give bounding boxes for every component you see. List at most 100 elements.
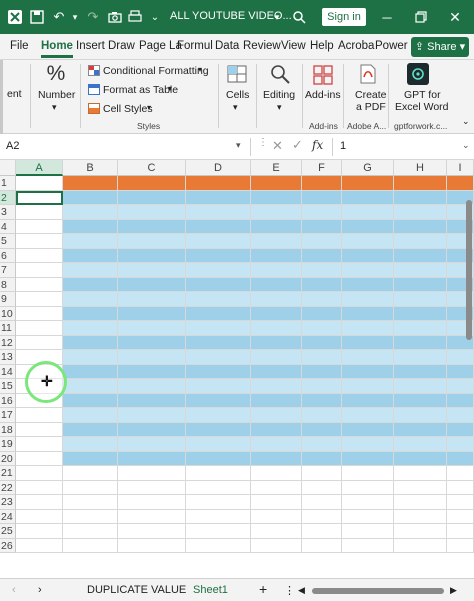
- table-cell[interactable]: [186, 277, 251, 292]
- table-cell[interactable]: [118, 205, 186, 220]
- table-cell[interactable]: [251, 437, 302, 452]
- table-cell[interactable]: [394, 451, 447, 466]
- table-cell[interactable]: [118, 277, 186, 292]
- cell-styles-button[interactable]: Cell Styles: [103, 103, 153, 115]
- table-cell[interactable]: [394, 292, 447, 307]
- cell[interactable]: [394, 466, 447, 481]
- table-cell[interactable]: [251, 263, 302, 278]
- row-header[interactable]: 1: [0, 176, 16, 191]
- cell[interactable]: [63, 480, 118, 495]
- row-header[interactable]: 2: [0, 190, 16, 205]
- table-cell[interactable]: [118, 408, 186, 423]
- table-cell[interactable]: [118, 422, 186, 437]
- table-cell[interactable]: [118, 234, 186, 249]
- cell-a1[interactable]: [16, 176, 63, 191]
- cell[interactable]: [16, 422, 63, 437]
- row-header[interactable]: 19: [0, 437, 16, 452]
- table-cell[interactable]: [63, 234, 118, 249]
- row-header[interactable]: 25: [0, 524, 16, 539]
- cell[interactable]: [186, 466, 251, 481]
- row-header[interactable]: 9: [0, 292, 16, 307]
- cell[interactable]: [63, 538, 118, 553]
- undo-dropdown-icon[interactable]: ▾: [66, 8, 84, 26]
- table-cell[interactable]: [342, 321, 394, 336]
- cell[interactable]: [251, 538, 302, 553]
- sign-in-button[interactable]: Sign in: [322, 8, 366, 26]
- cells-dropdown-icon[interactable]: ▾: [233, 102, 238, 113]
- customize-toolbar-icon[interactable]: ⌄: [146, 8, 164, 26]
- table-cell[interactable]: [302, 234, 342, 249]
- cell-a2-selected[interactable]: [16, 190, 63, 205]
- format-as-table-button[interactable]: Format as Table: [103, 84, 178, 96]
- cells-button[interactable]: Cells: [226, 89, 249, 101]
- collapse-ribbon-icon[interactable]: ⌄: [462, 116, 470, 127]
- table-cell[interactable]: [447, 364, 474, 379]
- table-cell[interactable]: [302, 437, 342, 452]
- table-cell[interactable]: [251, 321, 302, 336]
- table-cell[interactable]: [394, 190, 447, 205]
- cell[interactable]: [118, 509, 186, 524]
- cell[interactable]: [186, 524, 251, 539]
- sheet-tab-duplicate-value[interactable]: DUPLICATE VALUE: [87, 584, 186, 596]
- table-cell[interactable]: [342, 437, 394, 452]
- row-header[interactable]: 22: [0, 480, 16, 495]
- table-header-cell[interactable]: [251, 176, 302, 191]
- table-cell[interactable]: [63, 422, 118, 437]
- table-cell[interactable]: [394, 263, 447, 278]
- table-cell[interactable]: [394, 437, 447, 452]
- cell[interactable]: [302, 480, 342, 495]
- table-cell[interactable]: [118, 292, 186, 307]
- table-cell[interactable]: [63, 335, 118, 350]
- table-cell[interactable]: [447, 393, 474, 408]
- table-cell[interactable]: [394, 335, 447, 350]
- cell[interactable]: [302, 524, 342, 539]
- row-header[interactable]: 10: [0, 306, 16, 321]
- column-header-b[interactable]: B: [63, 160, 118, 176]
- table-cell[interactable]: [63, 205, 118, 220]
- table-cell[interactable]: [342, 364, 394, 379]
- table-cell[interactable]: [186, 393, 251, 408]
- row-header[interactable]: 16: [0, 393, 16, 408]
- table-cell[interactable]: [342, 306, 394, 321]
- cell[interactable]: [118, 524, 186, 539]
- table-cell[interactable]: [394, 408, 447, 423]
- cell[interactable]: [186, 509, 251, 524]
- cell[interactable]: [118, 538, 186, 553]
- table-cell[interactable]: [186, 321, 251, 336]
- table-cell[interactable]: [251, 205, 302, 220]
- format-as-table-dropdown-icon[interactable]: ▾: [168, 84, 172, 93]
- table-cell[interactable]: [118, 379, 186, 394]
- row-header[interactable]: 11: [0, 321, 16, 336]
- cell[interactable]: [394, 495, 447, 510]
- table-cell[interactable]: [447, 437, 474, 452]
- restore-icon[interactable]: [412, 8, 430, 26]
- table-cell[interactable]: [63, 321, 118, 336]
- editing-dropdown-icon[interactable]: ▾: [277, 102, 282, 113]
- worksheet-grid[interactable]: A B C D E F G H I 1 2 3 4 5 6 7 8 9 10 11 12 13 14 15 16 17 18 19 20…: [0, 160, 474, 578]
- table-cell[interactable]: [186, 234, 251, 249]
- table-cell[interactable]: [302, 393, 342, 408]
- cell[interactable]: [118, 466, 186, 481]
- cell[interactable]: [63, 466, 118, 481]
- cell-styles-dropdown-icon[interactable]: ▾: [147, 103, 151, 112]
- next-sheet-icon[interactable]: ›: [38, 584, 42, 596]
- gpt-button[interactable]: GPT for: [404, 89, 441, 101]
- close-icon[interactable]: ✕: [446, 8, 464, 26]
- table-cell[interactable]: [302, 364, 342, 379]
- table-cell[interactable]: [251, 277, 302, 292]
- tab-home[interactable]: Home: [41, 40, 73, 58]
- addins-button[interactable]: Add-ins: [305, 89, 341, 101]
- number-button[interactable]: Number: [38, 89, 75, 101]
- sheet-options-icon[interactable]: ⋮: [284, 584, 295, 597]
- search-icon[interactable]: [290, 8, 308, 26]
- cell[interactable]: [302, 509, 342, 524]
- table-cell[interactable]: [394, 219, 447, 234]
- cell[interactable]: [16, 277, 63, 292]
- cell[interactable]: [63, 524, 118, 539]
- table-cell[interactable]: [186, 408, 251, 423]
- column-header-e[interactable]: E: [251, 160, 302, 176]
- tab-acrobat[interactable]: Acroba: [338, 40, 374, 52]
- table-cell[interactable]: [251, 248, 302, 263]
- table-cell[interactable]: [342, 422, 394, 437]
- cell[interactable]: [302, 466, 342, 481]
